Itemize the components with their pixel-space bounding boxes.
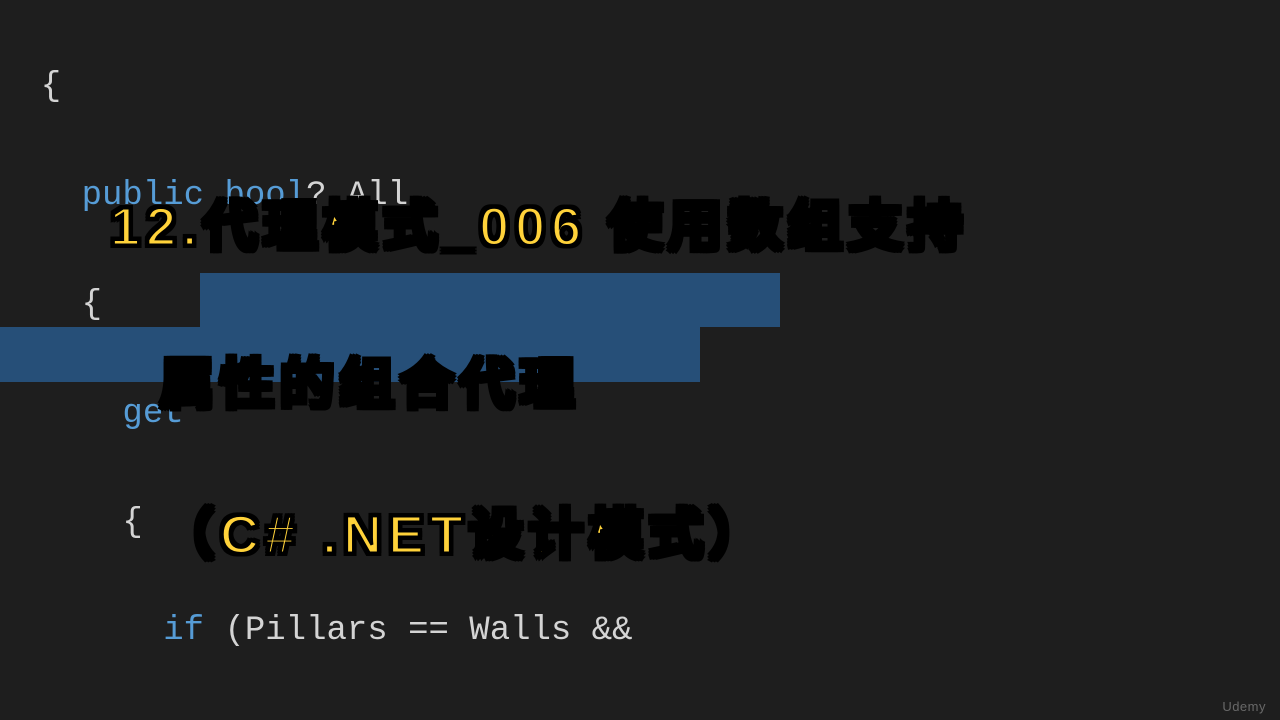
code-editor: { public bool? All { get { if (Pillars =… <box>0 0 1280 720</box>
code-line: public bool? All <box>0 169 1280 223</box>
code-line: { <box>0 60 1280 114</box>
code-line: if (Pillars == Walls && <box>0 604 1280 658</box>
udemy-watermark: Udemy <box>1222 699 1266 714</box>
code-line: Walls == Floors) <box>0 713 1280 720</box>
code-line: { <box>0 278 1280 332</box>
code-line: get <box>0 387 1280 441</box>
code-line: { <box>0 496 1280 550</box>
